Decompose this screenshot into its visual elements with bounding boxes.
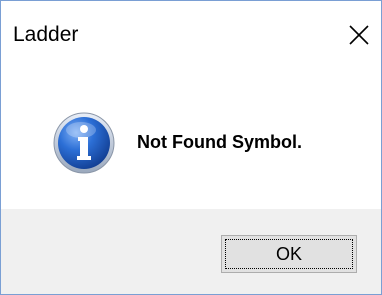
message-text: Not Found Symbol. (137, 132, 302, 152)
title-bar[interactable]: Ladder (1, 1, 381, 65)
close-icon (349, 25, 369, 45)
close-button[interactable] (337, 15, 381, 55)
window-title: Ladder (13, 23, 79, 46)
information-icon (53, 112, 115, 174)
ok-button[interactable]: OK (221, 235, 357, 273)
message-area: Not Found Symbol. (1, 65, 381, 209)
button-bar: OK (1, 209, 381, 294)
ok-button-label: OK (275, 243, 302, 264)
message-box-dialog: Ladder Not Found Symbol. OK (0, 0, 382, 295)
